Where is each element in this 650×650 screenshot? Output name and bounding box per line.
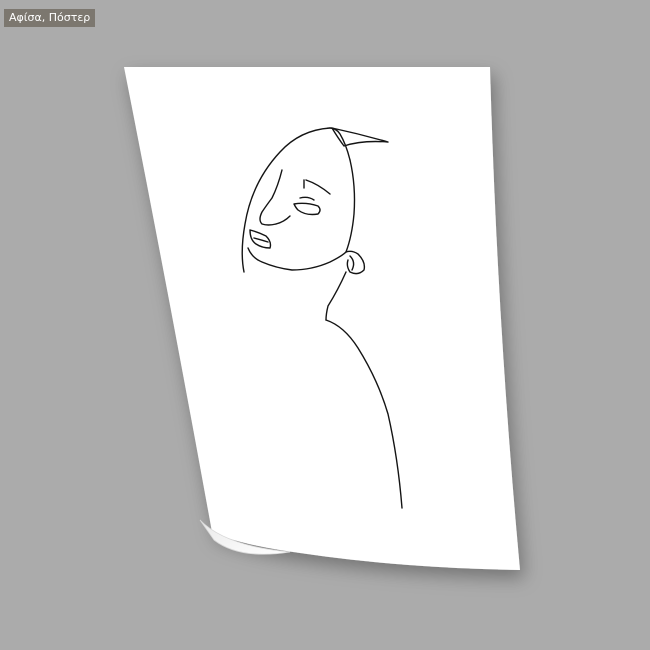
product-image: Αφίσα, Πόστερ (0, 0, 650, 650)
poster-sheet (124, 67, 520, 570)
poster-artwork (124, 67, 520, 570)
